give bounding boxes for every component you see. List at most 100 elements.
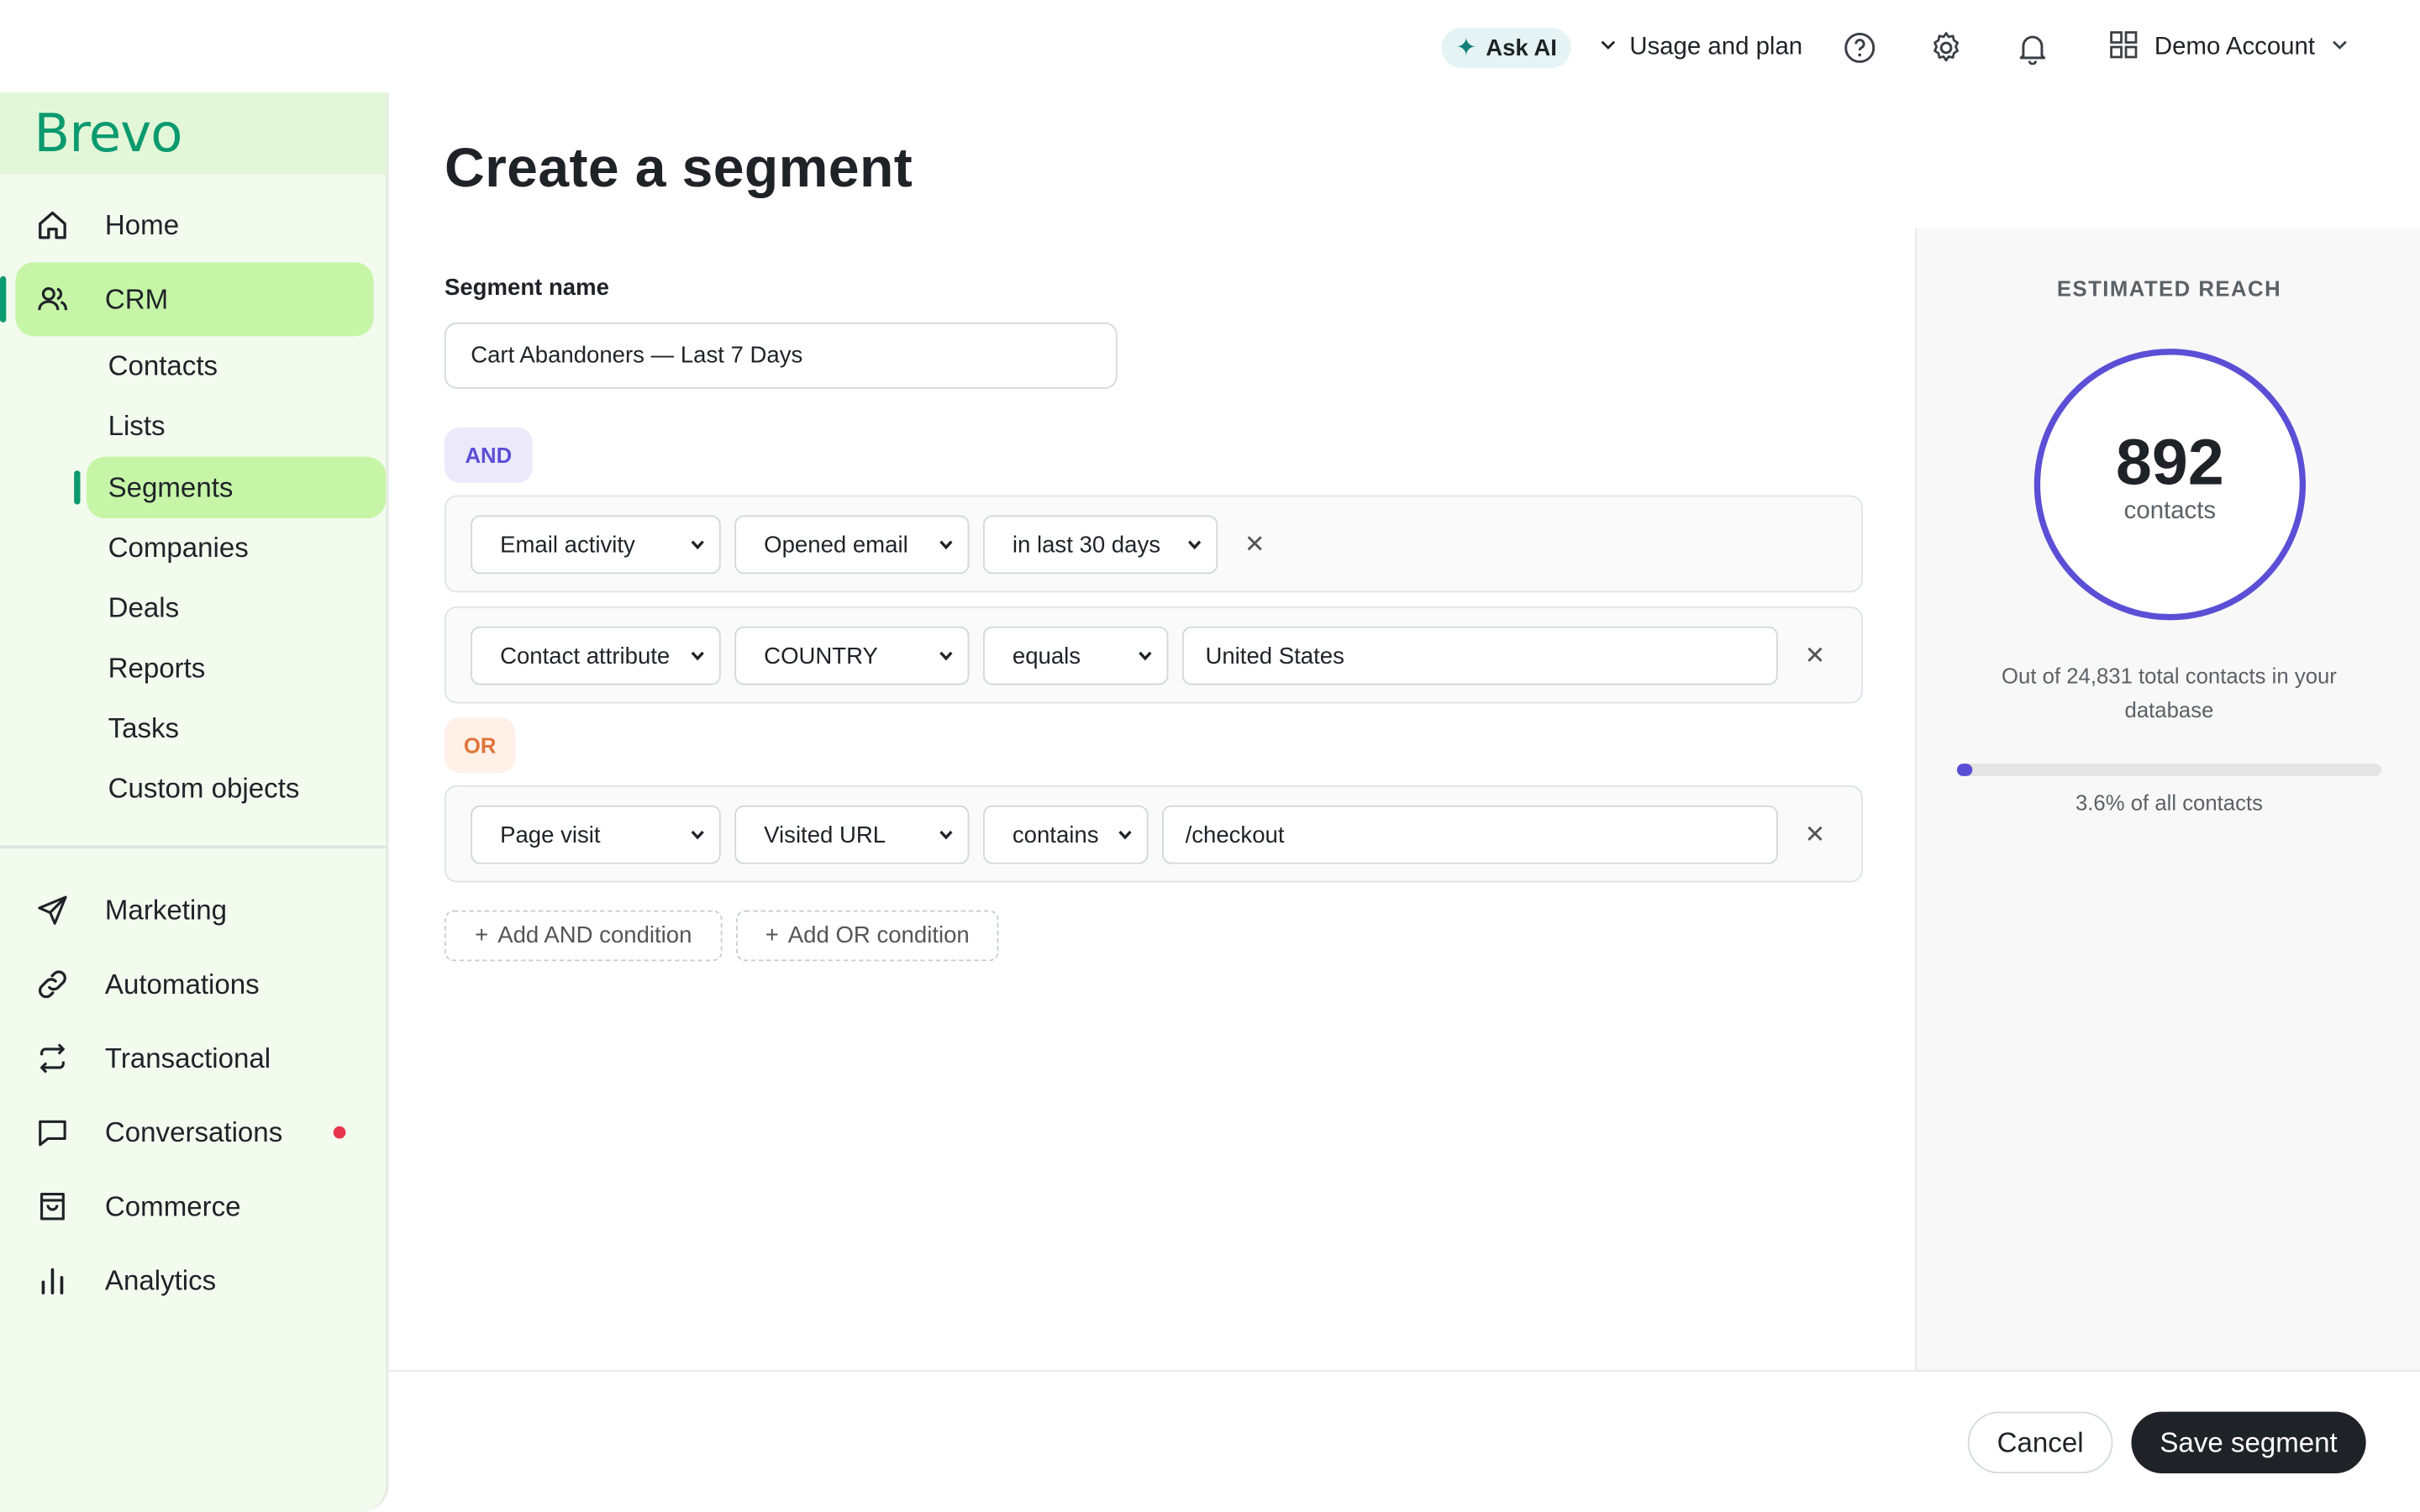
sidebar-item-label: Transactional bbox=[104, 1042, 271, 1074]
sidebar-item-analytics[interactable]: Analytics bbox=[15, 1243, 373, 1317]
sidebar-subitem-label: Segments bbox=[108, 471, 234, 502]
select-value: equals bbox=[1012, 642, 1081, 669]
chevron-down-icon bbox=[1599, 34, 1618, 61]
select-value: contains bbox=[1012, 822, 1099, 848]
add-and-label: Add AND condition bbox=[497, 922, 692, 949]
condition-category-select[interactable]: Page visit bbox=[471, 805, 721, 864]
sidebar-subitem-deals[interactable]: Deals bbox=[87, 577, 386, 638]
select-value: COUNTRY bbox=[764, 642, 878, 669]
condition-category-select[interactable]: Email activity bbox=[471, 515, 721, 575]
sidebar-subitem-reports[interactable]: Reports bbox=[87, 638, 386, 699]
sidebar-item-conversations[interactable]: Conversations bbox=[15, 1095, 373, 1169]
reach-count-label: contacts bbox=[2123, 498, 2217, 525]
account-menu[interactable]: Demo Account bbox=[2108, 29, 2349, 67]
select-value: in last 30 days bbox=[1012, 531, 1160, 558]
segment-name-input[interactable]: Cart Abandoners — Last 7 Days bbox=[444, 322, 1118, 389]
chevron-down-icon bbox=[939, 651, 953, 661]
sparkle-icon: ✦ bbox=[1455, 35, 1477, 62]
users-icon bbox=[34, 281, 71, 318]
help-icon[interactable] bbox=[1837, 24, 1883, 71]
active-indicator bbox=[74, 470, 81, 505]
sidebar-subitem-contacts[interactable]: Contacts bbox=[87, 335, 386, 396]
condition-value-input[interactable]: United States bbox=[1181, 626, 1778, 685]
remove-condition-icon[interactable]: ✕ bbox=[1801, 821, 1828, 848]
segment-name-label: Segment name bbox=[444, 274, 609, 302]
reach-percent: 3.6% of all contacts bbox=[2075, 790, 2263, 815]
chevron-down-icon bbox=[1187, 540, 1202, 550]
sidebar-subitem-label: Deals bbox=[108, 591, 180, 623]
sidebar-subitem-label: Tasks bbox=[108, 711, 180, 743]
gear-icon[interactable] bbox=[1923, 24, 1969, 71]
remove-condition-icon[interactable]: ✕ bbox=[1241, 531, 1269, 559]
cancel-button[interactable]: Cancel bbox=[1967, 1411, 2113, 1474]
and-operator-badge[interactable]: AND bbox=[444, 427, 533, 483]
sidebar: Brevo Home CRM Contacts Lists Segments C… bbox=[0, 92, 389, 1512]
top-bar: ✦ Ask AI Usage and plan Demo Account bbox=[0, 0, 2420, 93]
or-operator-badge[interactable]: OR bbox=[444, 717, 516, 774]
sidebar-subitem-custom-objects[interactable]: Custom objects bbox=[87, 758, 386, 819]
chat-icon bbox=[34, 1114, 71, 1151]
brevo-logo[interactable]: Brevo bbox=[34, 102, 182, 164]
sidebar-item-home[interactable]: Home bbox=[15, 188, 373, 262]
chevron-down-icon bbox=[691, 651, 704, 661]
save-segment-button[interactable]: Save segment bbox=[2131, 1411, 2366, 1474]
select-value: Visited URL bbox=[764, 822, 886, 848]
sidebar-item-label: Analytics bbox=[104, 1264, 217, 1295]
condition-row: Email activity Opened email in last 30 d… bbox=[444, 495, 1863, 593]
reach-count: 892 bbox=[2116, 425, 2224, 499]
usage-and-plan-button[interactable]: Usage and plan bbox=[1599, 34, 1803, 61]
notification-dot bbox=[333, 1126, 346, 1139]
sidebar-item-automations[interactable]: Automations bbox=[15, 948, 373, 1021]
reach-description: Out of 24,831 total contacts in your dat… bbox=[2002, 663, 2337, 722]
condition-operator-select[interactable]: contains bbox=[982, 805, 1149, 864]
plus-icon: + bbox=[475, 922, 489, 949]
shopping-bag-icon bbox=[34, 1188, 71, 1225]
input-value: United States bbox=[1205, 642, 1344, 669]
input-value: /checkout bbox=[1185, 822, 1285, 848]
reach-title: ESTIMATED REACH bbox=[2056, 276, 2282, 302]
sidebar-item-label: Marketing bbox=[104, 894, 228, 926]
usage-label: Usage and plan bbox=[1629, 34, 1803, 60]
add-or-condition-button[interactable]: + Add OR condition bbox=[736, 910, 999, 962]
condition-operator-select[interactable]: equals bbox=[982, 626, 1169, 685]
remove-condition-icon[interactable]: ✕ bbox=[1801, 642, 1828, 669]
chevron-down-icon bbox=[2330, 34, 2349, 61]
home-icon bbox=[34, 207, 71, 244]
condition-category-select[interactable]: Contact attribute bbox=[471, 626, 721, 685]
sidebar-subitem-tasks[interactable]: Tasks bbox=[87, 697, 386, 759]
chevron-down-icon bbox=[939, 540, 953, 550]
ask-ai-button[interactable]: ✦ Ask AI bbox=[1442, 28, 1571, 68]
page: ✦ Ask AI Usage and plan Demo Account Bre… bbox=[0, 0, 2420, 1512]
sidebar-item-transactional[interactable]: Transactional bbox=[15, 1021, 373, 1095]
bell-icon[interactable] bbox=[2009, 24, 2055, 71]
condition-field-select[interactable]: Opened email bbox=[734, 515, 970, 575]
reach-progress-track bbox=[1956, 764, 2382, 776]
reach-progress-fill bbox=[1956, 764, 1973, 776]
sidebar-subitem-lists[interactable]: Lists bbox=[87, 395, 386, 456]
sidebar-item-marketing[interactable]: Marketing bbox=[15, 874, 373, 948]
repeat-icon bbox=[34, 1040, 71, 1077]
sidebar-subitem-label: Contacts bbox=[108, 349, 218, 381]
sidebar-subitem-segments[interactable]: Segments bbox=[86, 456, 387, 519]
add-and-condition-button[interactable]: + Add AND condition bbox=[444, 910, 723, 962]
sidebar-item-label: CRM bbox=[104, 283, 169, 314]
logo-area: Brevo bbox=[0, 92, 387, 175]
segment-name-value: Cart Abandoners — Last 7 Days bbox=[471, 342, 803, 369]
top-bar-actions: ✦ Ask AI Usage and plan Demo Account bbox=[1442, 24, 2349, 71]
sidebar-subitem-label: Custom objects bbox=[108, 772, 300, 804]
condition-field-select[interactable]: Visited URL bbox=[734, 805, 970, 864]
sidebar-subitem-companies[interactable]: Companies bbox=[87, 517, 386, 578]
sidebar-item-crm[interactable]: CRM bbox=[15, 262, 374, 337]
sidebar-subitem-label: Lists bbox=[108, 409, 166, 441]
condition-operator-select[interactable]: in last 30 days bbox=[982, 515, 1218, 575]
send-icon bbox=[34, 892, 71, 929]
ask-ai-label: Ask AI bbox=[1486, 34, 1557, 61]
sidebar-item-commerce[interactable]: Commerce bbox=[15, 1169, 373, 1243]
condition-row: Page visit Visited URL contains /checkou… bbox=[444, 785, 1863, 883]
page-title: Create a segment bbox=[444, 135, 913, 199]
active-indicator bbox=[0, 276, 7, 323]
condition-value-input[interactable]: /checkout bbox=[1162, 805, 1778, 864]
chevron-down-icon bbox=[1139, 651, 1152, 661]
condition-field-select[interactable]: COUNTRY bbox=[734, 626, 970, 685]
link-icon bbox=[34, 966, 71, 1003]
